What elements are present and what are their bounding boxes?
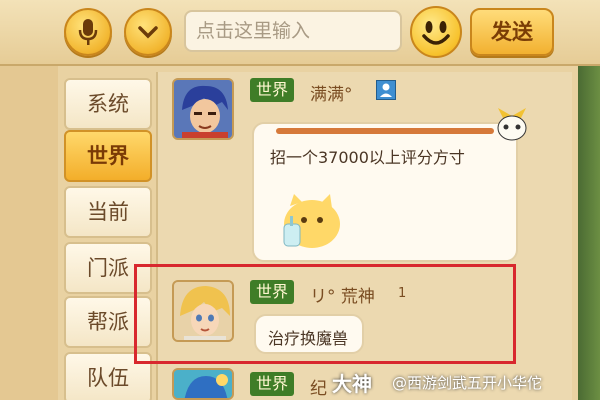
microphone-icon: [78, 19, 98, 45]
voice-button[interactable]: [64, 8, 112, 56]
player-badge-icon[interactable]: [376, 80, 396, 100]
sender-name[interactable]: 纪: [310, 374, 327, 399]
emoji-button[interactable]: [410, 6, 462, 58]
bubble-border-deco: [276, 128, 494, 134]
chevron-down-icon: [138, 26, 158, 39]
message-text: 招一个37000以上评分方寸: [270, 148, 465, 167]
tab-current[interactable]: 当前: [64, 186, 152, 238]
message-bubble: 招一个37000以上评分方寸: [252, 122, 518, 262]
watermark-brand: 大神: [332, 372, 372, 396]
avatar[interactable]: [172, 78, 234, 140]
sender-name[interactable]: 满满°: [310, 80, 353, 105]
character-portrait-icon: [174, 80, 232, 138]
top-bar: 点击这里输入 发送: [0, 0, 600, 66]
tab-world[interactable]: 世界: [64, 130, 152, 182]
emoji-sticker-icon: [283, 194, 340, 248]
avatar[interactable]: [172, 368, 234, 400]
left-panel-decoration: [0, 66, 58, 400]
tab-system[interactable]: 系统: [64, 78, 152, 130]
expand-button[interactable]: [124, 8, 172, 56]
scene-edge: [578, 66, 600, 400]
highlight-box: [134, 264, 516, 364]
smiley-icon: [422, 21, 450, 45]
mascot-icon: [497, 108, 527, 141]
send-button[interactable]: 发送: [470, 8, 554, 56]
character-portrait-icon: [174, 370, 232, 398]
channel-tag: 世界: [250, 78, 295, 102]
watermark-handle: @西游剑武五开小华佗: [392, 374, 543, 392]
chat-input[interactable]: 点击这里输入: [184, 10, 402, 52]
channel-tag: 世界: [250, 372, 295, 396]
